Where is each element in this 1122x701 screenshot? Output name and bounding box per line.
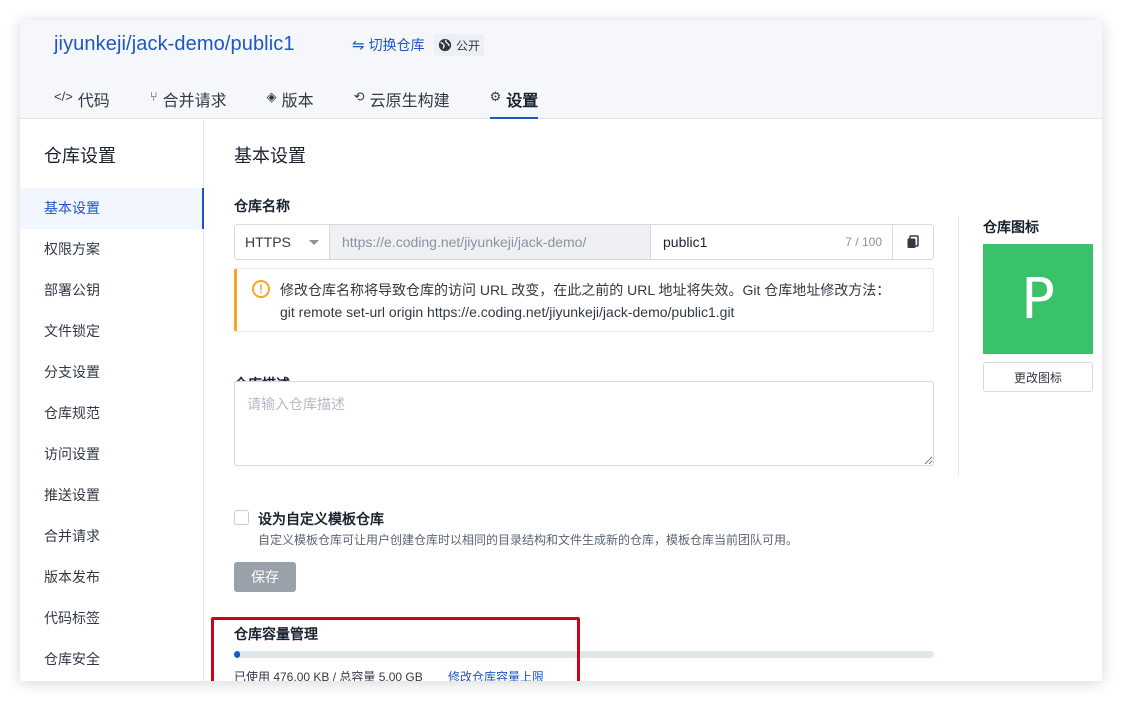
sidebar-item-basic-settings[interactable]: 基本设置 xyxy=(20,188,204,229)
repo-icon-label: 仓库图标 xyxy=(983,219,1039,235)
merge-request-icon: ⑂ xyxy=(149,89,158,104)
capacity-title: 仓库容量管理 xyxy=(234,626,318,642)
settings-sidebar: 仓库设置 基本设置 权限方案 部署公钥 文件锁定 分支设置 仓库规范 访问设置 … xyxy=(20,120,204,681)
template-label[interactable]: 设为自定义模板仓库 xyxy=(258,509,384,529)
warning-line-1: 修改仓库名称将导致仓库的访问 URL 改变，在此之前的 URL 地址将失效。Gi… xyxy=(280,282,891,298)
settings-main: 基本设置 仓库名称 HTTPS https://e.coding.net/jiy… xyxy=(204,120,1102,681)
tab-code[interactable]: </> 代码 xyxy=(54,82,110,119)
switch-arrows-icon: ⇋ xyxy=(352,37,365,54)
repo-path-title[interactable]: jiyunkeji/jack-demo/public1 xyxy=(54,33,295,56)
capacity-progress-fill xyxy=(234,651,240,658)
tab-cloud-build[interactable]: ⟲ 云原生构建 xyxy=(354,82,450,119)
capacity-progress-bar xyxy=(234,651,934,658)
copy-url-button[interactable] xyxy=(893,225,933,259)
template-hint: 自定义模板仓库可让用户创建仓库时以相同的目录结构和文件生成新的仓库，模板仓库当前… xyxy=(258,533,799,547)
change-icon-button[interactable]: 更改图标 xyxy=(983,362,1093,392)
repo-avatar: P xyxy=(983,244,1093,354)
description-textarea[interactable] xyxy=(234,381,934,466)
tab-label: 代码 xyxy=(77,93,110,110)
tab-label: 版本 xyxy=(281,93,314,110)
capacity-usage-text: 已使用 476.00 KB / 总容量 5.00 GB xyxy=(234,670,423,681)
rename-warning: ! 修改仓库名称将导致仓库的访问 URL 改变，在此之前的 URL 地址将失效。… xyxy=(234,268,934,332)
sidebar-item-push-settings[interactable]: 推送设置 xyxy=(20,475,204,516)
caret-down-icon xyxy=(309,239,319,245)
tab-versions[interactable]: ◈ 版本 xyxy=(267,82,314,119)
save-button[interactable]: 保存 xyxy=(234,562,296,592)
sidebar-title: 仓库设置 xyxy=(44,146,116,166)
tab-label: 合并请求 xyxy=(162,93,227,110)
code-icon: </> xyxy=(54,89,73,104)
protocol-select[interactable]: HTTPS xyxy=(235,225,330,259)
warning-icon: ! xyxy=(252,280,270,298)
divider xyxy=(958,216,959,476)
tab-label: 云原生构建 xyxy=(369,93,450,110)
gear-icon: ⚙ xyxy=(489,89,502,104)
repo-name-input[interactable] xyxy=(663,234,813,250)
repo-header: jiyunkeji/jack-demo/public1 ⇋ 切换仓库 公开 </… xyxy=(20,20,1102,119)
sidebar-item-permissions[interactable]: 权限方案 xyxy=(20,229,204,270)
globe-icon xyxy=(438,38,452,52)
modify-capacity-link[interactable]: 修改仓库容量上限 xyxy=(448,668,544,681)
sidebar-item-deploy-keys[interactable]: 部署公钥 xyxy=(20,270,204,311)
tab-merge-requests[interactable]: ⑂ 合并请求 xyxy=(150,82,227,119)
repo-url-row: HTTPS https://e.coding.net/jiyunkeji/jac… xyxy=(234,224,934,260)
visibility-label: 公开 xyxy=(456,38,481,53)
repo-name-label: 仓库名称 xyxy=(234,198,290,214)
repo-name-field: 7 / 100 xyxy=(651,225,893,259)
warning-line-2: git remote set-url origin https://e.codi… xyxy=(280,304,735,320)
switch-repo-link[interactable]: ⇋ 切换仓库 xyxy=(352,35,425,55)
repo-tabs: </> 代码 ⑂ 合并请求 ◈ 版本 ⟲ 云原生构建 ⚙ 设置 xyxy=(54,82,578,119)
sidebar-item-repo-security[interactable]: 仓库安全 xyxy=(20,639,204,680)
visibility-badge: 公开 xyxy=(434,34,485,56)
switch-repo-label: 切换仓库 xyxy=(368,37,425,53)
char-count: 7 / 100 xyxy=(845,235,882,249)
sidebar-list: 基本设置 权限方案 部署公钥 文件锁定 分支设置 仓库规范 访问设置 推送设置 … xyxy=(20,188,204,680)
sidebar-item-code-tags[interactable]: 代码标签 xyxy=(20,598,204,639)
sidebar-item-file-lock[interactable]: 文件锁定 xyxy=(20,311,204,352)
sidebar-item-access-settings[interactable]: 访问设置 xyxy=(20,434,204,475)
copy-icon xyxy=(907,235,919,248)
tab-settings[interactable]: ⚙ 设置 xyxy=(489,82,539,119)
protocol-value: HTTPS xyxy=(245,234,291,250)
warning-text: 修改仓库名称将导致仓库的访问 URL 改变，在此之前的 URL 地址将失效。Gi… xyxy=(280,279,920,323)
page-title: 基本设置 xyxy=(234,146,306,166)
template-checkbox[interactable] xyxy=(234,510,249,525)
sidebar-item-branch-settings[interactable]: 分支设置 xyxy=(20,352,204,393)
sidebar-item-releases[interactable]: 版本发布 xyxy=(20,557,204,598)
tab-label: 设置 xyxy=(506,93,539,110)
layers-icon: ◈ xyxy=(266,89,277,104)
url-prefix: https://e.coding.net/jiyunkeji/jack-demo… xyxy=(330,225,651,259)
build-icon: ⟲ xyxy=(353,89,365,104)
app-window: jiyunkeji/jack-demo/public1 ⇋ 切换仓库 公开 </… xyxy=(20,20,1102,681)
sidebar-item-merge-requests[interactable]: 合并请求 xyxy=(20,516,204,557)
sidebar-item-repo-rules[interactable]: 仓库规范 xyxy=(20,393,204,434)
